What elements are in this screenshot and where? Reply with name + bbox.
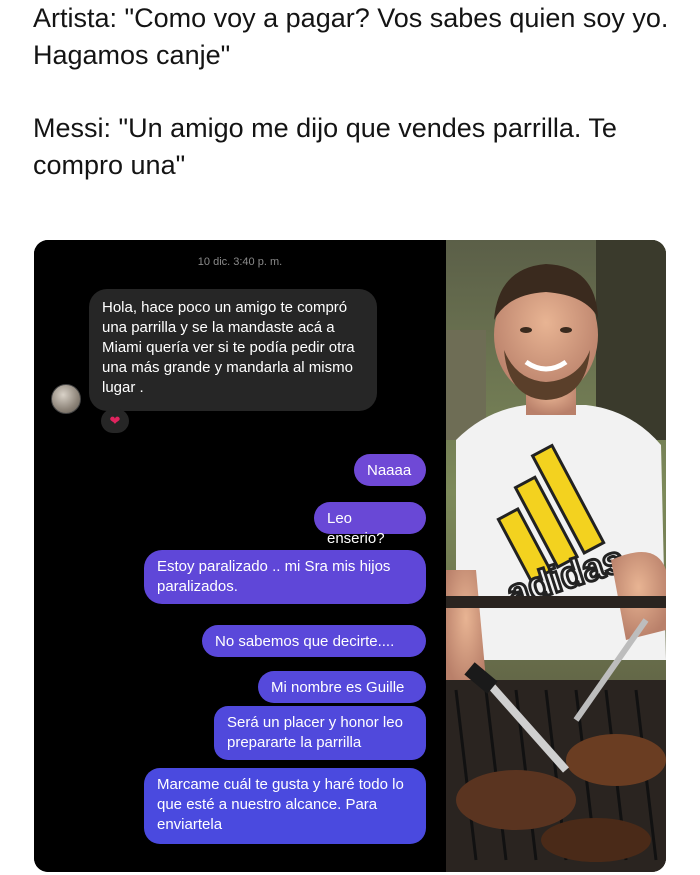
- post-caption: Artista: "Como voy a pagar? Vos sabes qu…: [33, 0, 673, 184]
- sent-message[interactable]: Será un placer y honor leo prepararte la…: [214, 706, 426, 760]
- chat-timestamp: 10 dic. 3:40 p. m.: [197, 256, 283, 268]
- sent-message[interactable]: No sabemos que decirte....: [202, 625, 426, 657]
- sent-message[interactable]: Marcame cuál te gusta y haré todo lo que…: [144, 768, 426, 844]
- messi-grill-photo: adidas: [446, 240, 666, 872]
- sent-message[interactable]: Naaaa: [354, 454, 426, 486]
- heart-reaction-icon[interactable]: ❤: [101, 409, 129, 433]
- received-message[interactable]: Hola, hace poco un amigo te compró una p…: [89, 289, 377, 411]
- sender-avatar[interactable]: [51, 384, 81, 414]
- sent-message[interactable]: Estoy paralizado .. mi Sra mis hijos par…: [144, 550, 426, 604]
- caption-line-artist: Artista: "Como voy a pagar? Vos sabes qu…: [33, 3, 669, 70]
- caption-line-messi: Messi: "Un amigo me dijo que vendes parr…: [33, 113, 617, 180]
- screenshot-card: 10 dic. 3:40 p. m. Hola, hace poco un am…: [34, 240, 666, 872]
- chat-panel: 10 dic. 3:40 p. m. Hola, hace poco un am…: [34, 240, 446, 872]
- sent-message[interactable]: Leo enserio?: [314, 502, 426, 547]
- sent-message[interactable]: Mi nombre es Guille: [258, 671, 426, 703]
